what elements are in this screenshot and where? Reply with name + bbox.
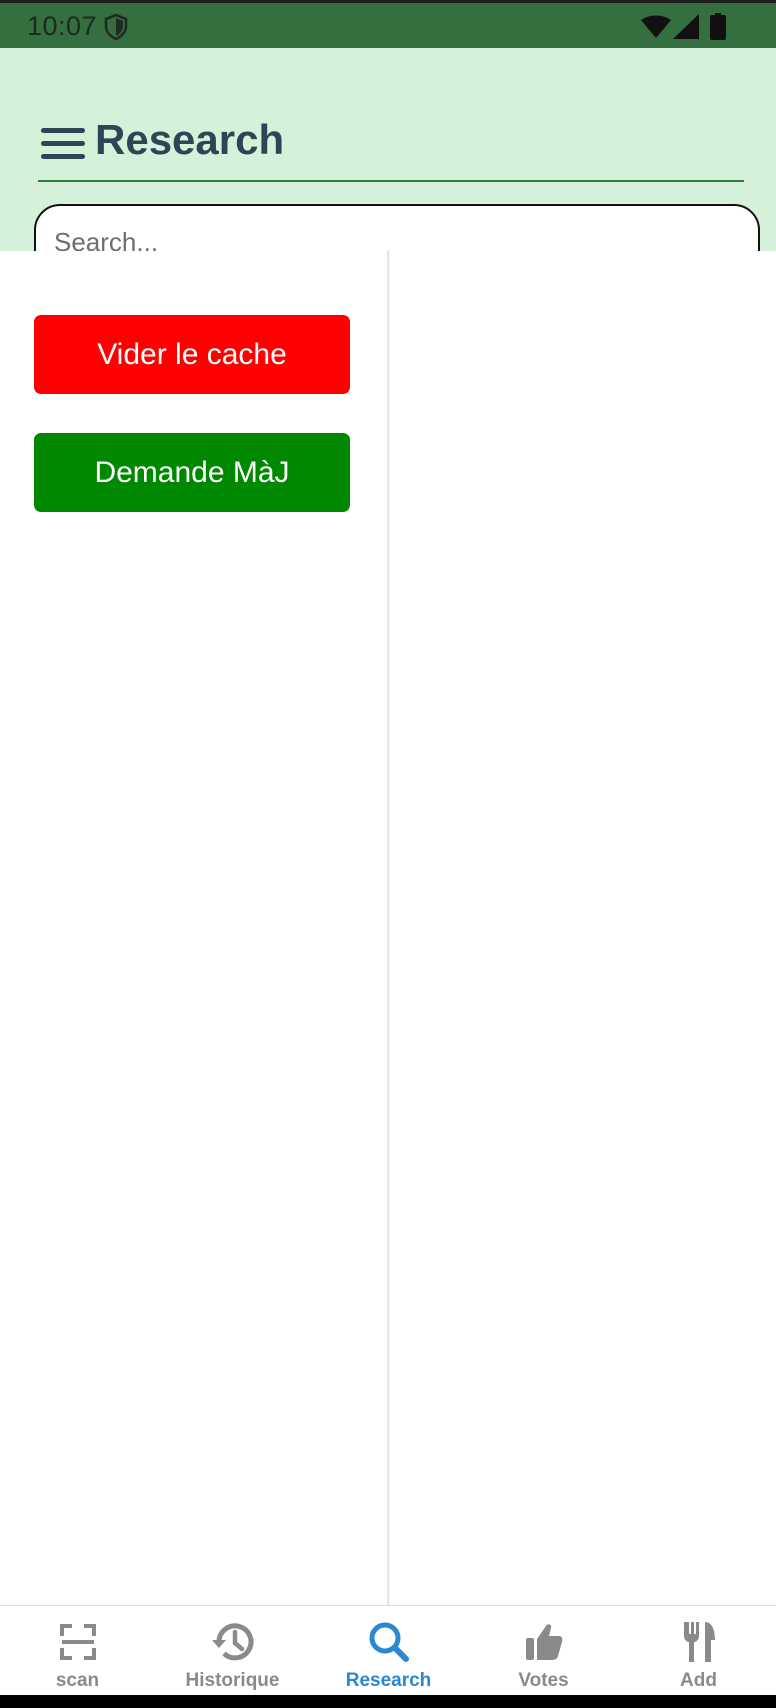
search-icon [369, 1622, 409, 1662]
menu-icon[interactable] [41, 128, 85, 160]
nav-item-add[interactable]: Add [621, 1606, 776, 1696]
signal-icon [673, 14, 699, 39]
system-navigation-bar [0, 1695, 776, 1708]
nav-item-votes[interactable]: Votes [466, 1606, 621, 1696]
thumbs-up-icon [525, 1624, 562, 1660]
fork-knife-icon [683, 1622, 715, 1662]
bottom-navigation: scan Historique Research Votes Add [0, 1605, 776, 1695]
page-title: Research [95, 116, 285, 163]
clear-cache-button[interactable]: Vider le cache [34, 315, 350, 394]
results-pane [390, 251, 776, 1605]
status-time: 10:07 [27, 11, 98, 41]
nav-label-add: Add [680, 1670, 717, 1691]
nav-label-research: Research [345, 1670, 432, 1691]
battery-icon [710, 13, 726, 40]
nav-label-votes: Votes [518, 1670, 569, 1691]
shield-icon [104, 13, 128, 41]
nav-item-scan[interactable]: scan [0, 1606, 155, 1696]
status-bar: 10:07 [0, 0, 776, 48]
app-header: Research [0, 48, 776, 280]
history-icon [211, 1623, 253, 1661]
request-update-button[interactable]: Demande MàJ [34, 433, 350, 512]
wifi-icon [641, 15, 671, 38]
nav-item-research[interactable]: Research [311, 1606, 466, 1696]
nav-item-historique[interactable]: Historique [155, 1606, 310, 1696]
nav-label-scan: scan [55, 1670, 100, 1691]
left-pane: Vider le cache Demande MàJ [0, 251, 388, 1605]
title-divider [38, 180, 744, 182]
nav-label-historique: Historique [185, 1670, 280, 1691]
scan-icon [59, 1624, 96, 1660]
app-screen: 10:07 Research Vider le cache Demande Mà… [0, 0, 776, 1708]
